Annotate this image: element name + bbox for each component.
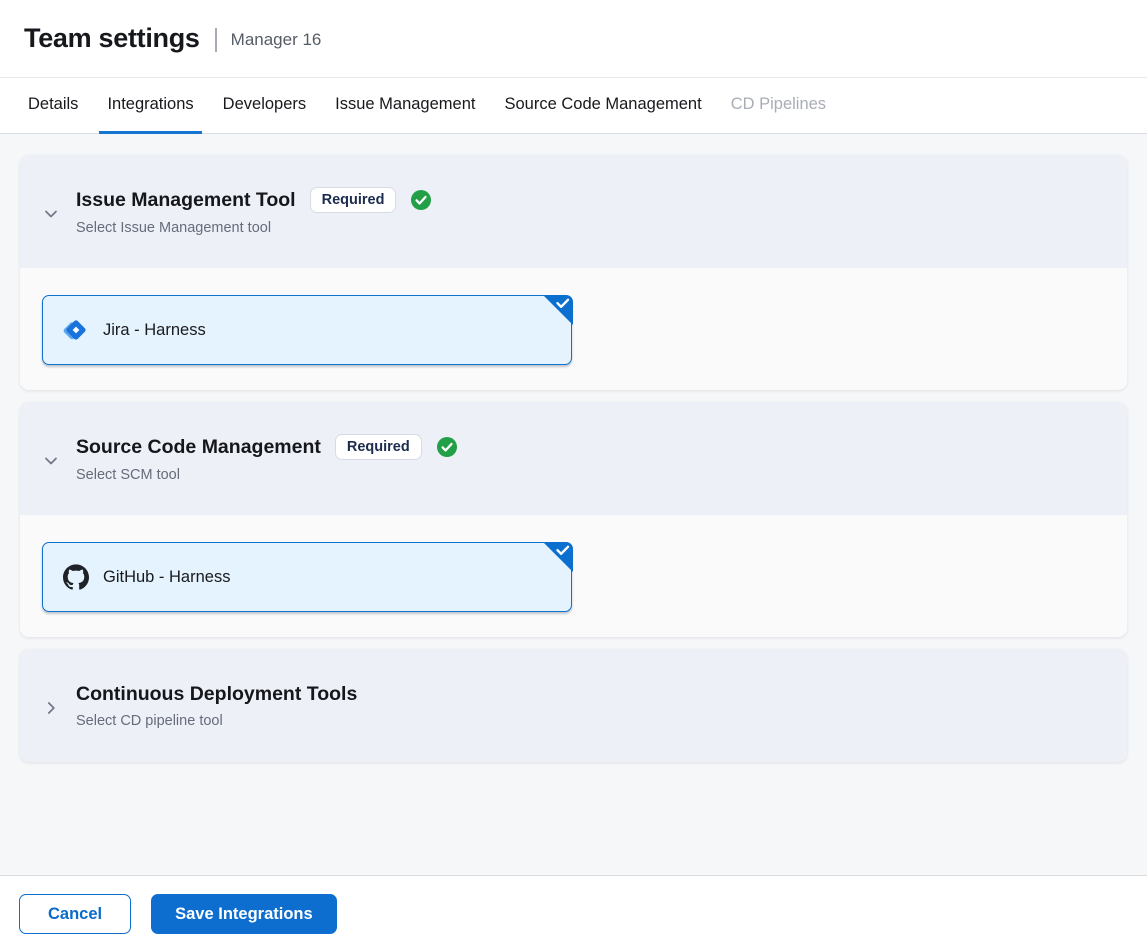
page-title: Team settings	[24, 23, 200, 54]
section-header-text: Issue Management Tool Required Select Is…	[76, 187, 432, 236]
tool-card-jira-harness[interactable]: Jira - Harness	[42, 295, 572, 365]
section-cd-tools: Continuous Deployment Tools Select CD pi…	[20, 649, 1127, 762]
chevron-down-icon[interactable]	[42, 205, 60, 223]
required-badge: Required	[310, 187, 397, 213]
page-header: Team settings Manager 16	[0, 0, 1147, 78]
tool-label: GitHub - Harness	[103, 568, 230, 587]
section-title: Continuous Deployment Tools	[76, 683, 357, 706]
section-subtitle: Select Issue Management tool	[76, 220, 432, 236]
save-integrations-button[interactable]: Save Integrations	[151, 894, 337, 934]
tool-card-github-harness[interactable]: GitHub - Harness	[42, 542, 572, 612]
section-title: Issue Management Tool	[76, 189, 296, 212]
selected-check-icon	[543, 542, 573, 572]
section-issue-management: Issue Management Tool Required Select Is…	[20, 155, 1127, 390]
required-badge: Required	[335, 434, 422, 460]
section-source-code-management-body: GitHub - Harness	[20, 515, 1127, 637]
section-source-code-management-header[interactable]: Source Code Management Required Select S…	[20, 402, 1127, 515]
tab-integrations[interactable]: Integrations	[99, 78, 201, 134]
section-header-text: Source Code Management Required Select S…	[76, 434, 458, 483]
tool-label: Jira - Harness	[103, 321, 206, 340]
chevron-right-icon[interactable]	[42, 699, 60, 717]
section-title: Source Code Management	[76, 436, 321, 459]
jira-icon	[63, 317, 89, 343]
section-cd-tools-header[interactable]: Continuous Deployment Tools Select CD pi…	[20, 649, 1127, 762]
tab-source-code-management[interactable]: Source Code Management	[496, 78, 709, 134]
section-subtitle: Select SCM tool	[76, 467, 458, 483]
integrations-content: Issue Management Tool Required Select Is…	[0, 134, 1147, 875]
section-subtitle: Select CD pipeline tool	[76, 713, 357, 729]
section-issue-management-body: Jira - Harness	[20, 268, 1127, 390]
tab-details[interactable]: Details	[20, 78, 86, 134]
title-separator	[215, 28, 217, 52]
cancel-button[interactable]: Cancel	[19, 894, 131, 934]
tab-bar: Details Integrations Developers Issue Ma…	[0, 78, 1147, 134]
check-circle-icon	[436, 436, 458, 458]
section-issue-management-header[interactable]: Issue Management Tool Required Select Is…	[20, 155, 1127, 268]
chevron-down-icon[interactable]	[42, 452, 60, 470]
action-footer: Cancel Save Integrations	[0, 875, 1147, 952]
github-icon	[63, 564, 89, 590]
tab-developers[interactable]: Developers	[215, 78, 314, 134]
tab-cd-pipelines: CD Pipelines	[723, 78, 834, 134]
team-settings-page: Team settings Manager 16 Details Integra…	[0, 0, 1147, 952]
team-name-label: Manager 16	[231, 30, 322, 50]
section-source-code-management: Source Code Management Required Select S…	[20, 402, 1127, 637]
check-circle-icon	[410, 189, 432, 211]
selected-check-icon	[543, 295, 573, 325]
tab-issue-management[interactable]: Issue Management	[327, 78, 483, 134]
section-header-text: Continuous Deployment Tools Select CD pi…	[76, 683, 357, 729]
